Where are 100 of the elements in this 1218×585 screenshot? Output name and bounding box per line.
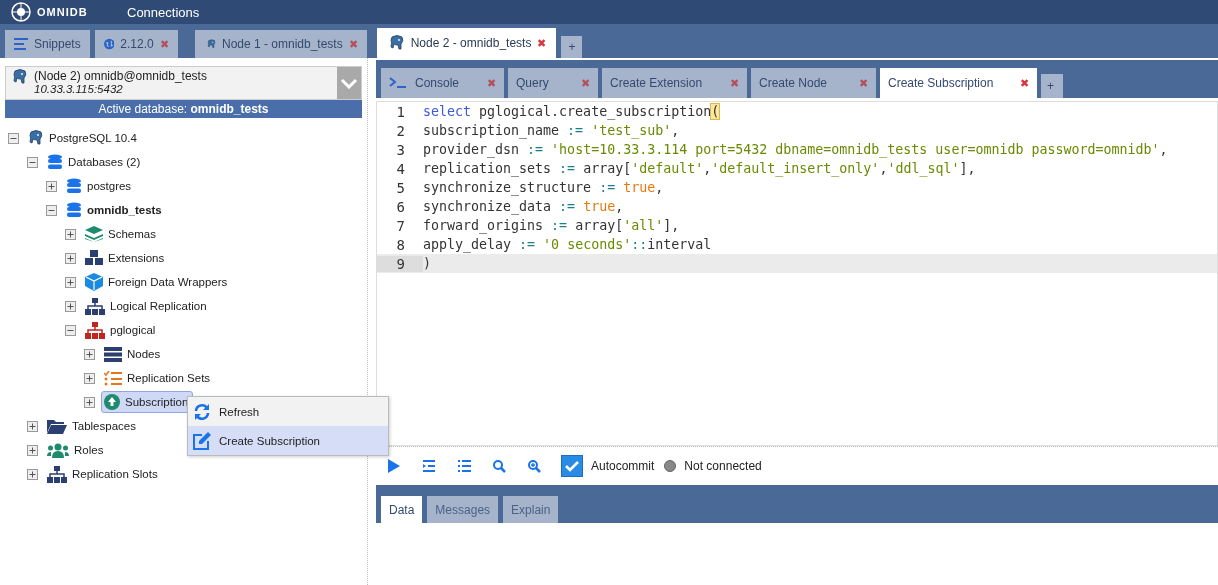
line-number: 4 [395, 160, 406, 177]
chevron-down-icon [340, 77, 358, 89]
tab[interactable]: Data [381, 496, 423, 523]
add-tab-button[interactable]: + [1041, 74, 1063, 98]
expand-icon[interactable] [65, 228, 76, 240]
logo-text: OMNIDB [37, 6, 88, 18]
line-number: 5 [395, 179, 406, 196]
connection-address: 10.33.3.115:5432 [34, 83, 124, 95]
check-icon [565, 460, 579, 472]
database-icon [66, 178, 82, 194]
tree-item[interactable]: Schemas [82, 223, 161, 245]
expand-icon[interactable] [46, 180, 57, 192]
collapse-icon[interactable] [8, 132, 19, 144]
search-icon[interactable] [493, 459, 506, 473]
line-number: 8 [395, 236, 406, 253]
tree-item[interactable]: Roles [44, 439, 109, 461]
tree-item[interactable]: Replication Sets [101, 367, 216, 389]
code-line: replication_sets := array['default','default_insert_only','ddl_sql'], [423, 161, 976, 176]
box-icon [85, 273, 103, 291]
tree-item[interactable]: Subscription [101, 391, 194, 413]
tree-item[interactable]: Extensions [82, 247, 170, 269]
refresh-icon [193, 402, 211, 421]
expand-icon[interactable] [84, 348, 95, 360]
database-icon [66, 202, 82, 218]
users-icon [47, 442, 69, 458]
expand-icon[interactable] [84, 372, 95, 384]
layers-icon [85, 226, 103, 242]
tree-item[interactable]: PostgreSQL 10.4 [25, 127, 142, 149]
status-text: Not connected [684, 459, 762, 473]
expand-icon[interactable] [65, 300, 76, 312]
code-line: provider_dsn := 'host=10.33.3.114 port=5432 dbname=omnidb_tests user=omnidb password=omnidb', [423, 142, 1168, 157]
line-number: 6 [395, 198, 406, 215]
folder-icon [47, 418, 67, 434]
collapse-icon[interactable] [46, 204, 57, 216]
logo-icon [11, 2, 31, 22]
expand-icon[interactable] [27, 420, 38, 432]
tree-item[interactable]: Replication Slots [44, 462, 163, 486]
hierarchy-icon [85, 321, 105, 339]
checkbox-label: Autocommit [591, 459, 655, 473]
tab[interactable]: Create Subscription ✖ [880, 68, 1037, 98]
active-database-text: Active database: omnidb_tests [98, 102, 269, 116]
cubes-icon [85, 250, 103, 266]
tree-item[interactable]: Nodes [101, 343, 166, 365]
checklist-icon [104, 370, 122, 386]
line-number: 2 [395, 122, 406, 139]
line-number: 7 [395, 217, 406, 234]
code-line: synchronize_structure := true, [423, 180, 664, 195]
hierarchy-icon [47, 465, 67, 483]
add-tab-button[interactable]: + [561, 36, 583, 58]
line-number: 1 [395, 103, 406, 120]
list-icon[interactable] [458, 460, 471, 472]
collapse-icon[interactable] [65, 324, 76, 336]
tree-item[interactable]: Logical Replication [82, 294, 212, 318]
tree-item[interactable]: Tablespaces [44, 415, 141, 437]
lines-icon [14, 38, 28, 50]
tree-item[interactable]: Foreign Data Wrappers [82, 270, 233, 294]
expand-icon[interactable] [27, 468, 38, 480]
expand-icon[interactable] [65, 276, 76, 288]
tab[interactable]: Console ✖ [381, 68, 504, 98]
tab[interactable]: 2.12.0 ✖ [94, 30, 178, 58]
checkbox[interactable] [561, 455, 583, 477]
code-line: subscription_name := 'test_sub', [423, 123, 680, 138]
database-icon [47, 154, 63, 170]
tree-item[interactable]: omnidb_tests [63, 199, 167, 221]
tree-item[interactable]: postgres [63, 175, 137, 197]
play-icon[interactable] [388, 459, 400, 473]
elephant-icon [388, 35, 405, 51]
indent-icon[interactable] [423, 460, 435, 472]
server-icon [104, 346, 122, 362]
hierarchy-icon [85, 297, 105, 315]
edit-icon [193, 431, 211, 450]
zoom-in-icon[interactable] [528, 459, 541, 473]
menu-item[interactable]: Create Subscription [188, 426, 388, 455]
close-icon[interactable]: ✖ [537, 36, 547, 50]
code-line: synchronize_data := true, [423, 199, 624, 214]
prompt-icon [389, 77, 407, 89]
connection-name: (Node 2) omnidb@omnidb_tests [34, 69, 207, 83]
elephant-icon [12, 69, 28, 85]
tab[interactable]: Create Extension ✖ [602, 68, 747, 98]
line-number: 9 [377, 255, 423, 272]
tab[interactable]: Query ✖ [508, 68, 598, 98]
code-line: ) [423, 256, 431, 271]
menu-item[interactable]: Connections [127, 4, 200, 20]
up-arrow-circle-icon [104, 394, 120, 410]
tree-item[interactable]: pglogical [82, 318, 161, 342]
code-line: apply_delay := '0 seconds'::interval [423, 237, 712, 252]
tab[interactable]: Node 2 - omnidb_tests ✖ [376, 28, 557, 58]
tab[interactable]: Create Node ✖ [751, 68, 876, 98]
expand-icon[interactable] [27, 444, 38, 456]
code-editor[interactable] [376, 101, 1218, 446]
tree-item[interactable]: Databases (2) [44, 151, 146, 173]
collapse-icon[interactable] [27, 156, 38, 168]
tab[interactable]: Snippets [5, 30, 90, 58]
expand-icon[interactable] [84, 396, 95, 408]
connection-selector[interactable]: (Node 2) omnidb@omnidb_tests 10.33.3.115:5432 [5, 66, 362, 100]
tab[interactable]: Node 1 - omnidb_tests ✖ [194, 30, 367, 58]
elephant-icon [28, 130, 44, 146]
expand-icon[interactable] [65, 252, 76, 264]
line-number: 3 [395, 141, 406, 158]
close-icon[interactable]: ✖ [1020, 76, 1029, 90]
